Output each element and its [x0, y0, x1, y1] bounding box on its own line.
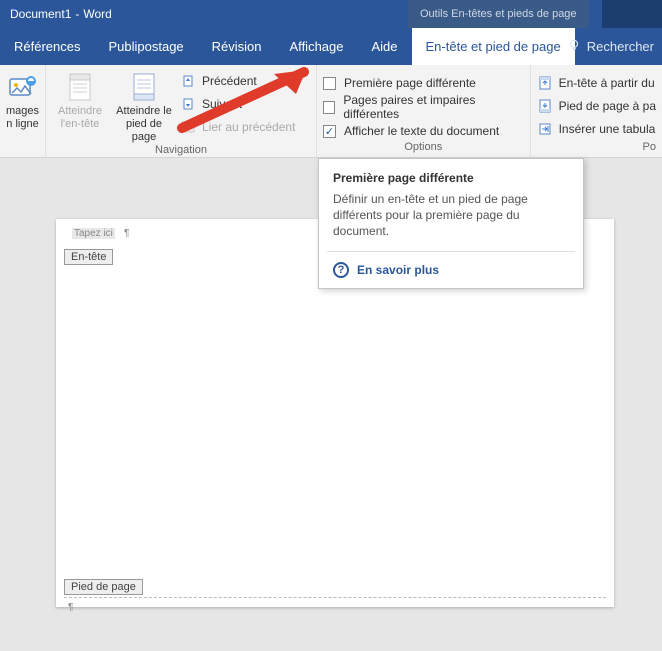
screentip-body: Définir un en-tête et un pied de page di…: [319, 191, 583, 251]
app-name: Word: [83, 7, 111, 21]
screentip: Première page différente Définir un en-t…: [318, 158, 584, 289]
show-doc-text-label: Afficher le texte du document: [344, 124, 499, 138]
header-from-top-button[interactable]: En-tête à partir du: [537, 73, 656, 93]
group-insert-partial: mages n ligne: [0, 65, 46, 157]
header-from-top-label: En-tête à partir du: [559, 76, 655, 90]
ribbon-tab-bar: Références Publipostage Révision Afficha…: [0, 28, 662, 65]
next-label: Suivant: [202, 97, 242, 111]
insert-tab-icon: [537, 121, 553, 137]
insert-tab-label: Insérer une tabula: [559, 122, 656, 136]
online-images-button[interactable]: mages n ligne: [6, 69, 39, 131]
header-tag: En-tête: [64, 249, 113, 265]
ribbon: mages n ligne Atteindre l'en-tête Attein…: [0, 65, 662, 158]
learn-more-link[interactable]: ? En savoir plus: [319, 252, 583, 288]
search-label: Rechercher: [587, 39, 654, 54]
group-options: Première page différente Pages paires et…: [317, 65, 531, 157]
lightbulb-icon: [567, 38, 581, 55]
group-label-navigation: Navigation: [52, 144, 310, 158]
link-to-previous-button[interactable]: Lier au précédent: [180, 117, 310, 137]
different-odd-even-checkbox[interactable]: Pages paires et impaires différentes: [323, 97, 524, 117]
goto-footer-icon: [128, 71, 160, 103]
goto-header-icon: [64, 71, 96, 103]
link-previous-icon: [180, 119, 196, 135]
footer-tag: Pied de page: [64, 579, 143, 595]
help-icon: ?: [333, 262, 349, 278]
group-label-options: Options: [323, 141, 524, 155]
footer-from-bottom-button[interactable]: Pied de page à pa: [537, 96, 656, 116]
online-images-label: mages n ligne: [6, 105, 39, 131]
goto-footer-label: Atteindre le pied de page: [116, 105, 172, 144]
footer-position-icon: [537, 98, 553, 114]
insert-alignment-tab-button[interactable]: Insérer une tabula: [537, 119, 656, 139]
account-button[interactable]: [602, 0, 662, 28]
checkbox-icon: [323, 101, 335, 114]
pilcrow-icon: ¶: [68, 602, 73, 613]
different-odd-even-label: Pages paires et impaires différentes: [343, 93, 523, 121]
tab-view[interactable]: Affichage: [276, 28, 358, 65]
goto-footer-button[interactable]: Atteindre le pied de page: [116, 69, 172, 144]
doc-name: Document1: [10, 7, 71, 21]
group-label-insert: [6, 153, 39, 155]
tab-header-footer[interactable]: En-tête et pied de page: [412, 28, 575, 65]
group-label-position: Po: [537, 141, 656, 155]
footer-boundary-line: [64, 597, 606, 598]
pilcrow-icon: ¶: [124, 228, 129, 239]
header-position-icon: [537, 75, 553, 91]
checkbox-icon: [323, 77, 336, 90]
title-sep: -: [75, 7, 79, 21]
group-navigation: Atteindre l'en-tête Atteindre le pied de…: [46, 65, 317, 157]
previous-label: Précédent: [202, 74, 257, 88]
screentip-title: Première page différente: [319, 159, 583, 191]
online-images-icon: [7, 71, 39, 103]
different-first-page-checkbox[interactable]: Première page différente: [323, 73, 524, 93]
goto-header-label: Atteindre l'en-tête: [52, 105, 108, 131]
previous-section-button[interactable]: Précédent: [180, 71, 310, 91]
arrow-down-icon: [180, 96, 196, 112]
document-title: Document1 - Word: [0, 7, 112, 21]
learn-more-label: En savoir plus: [357, 263, 439, 277]
next-section-button[interactable]: Suivant: [180, 94, 310, 114]
link-previous-label: Lier au précédent: [202, 120, 295, 134]
footer-from-bottom-label: Pied de page à pa: [559, 99, 656, 113]
goto-header-button[interactable]: Atteindre l'en-tête: [52, 69, 108, 144]
arrow-up-icon: [180, 73, 196, 89]
tab-references[interactable]: Références: [0, 28, 94, 65]
header-placeholder: Tapez ici: [72, 228, 115, 239]
checkbox-checked-icon: ✓: [323, 125, 336, 138]
tab-mailings[interactable]: Publipostage: [94, 28, 197, 65]
title-bar: Document1 - Word Outils En-têtes et pied…: [0, 0, 662, 28]
different-first-page-label: Première page différente: [344, 76, 476, 90]
tab-review[interactable]: Révision: [198, 28, 276, 65]
tell-me-search[interactable]: Rechercher: [567, 28, 654, 65]
contextual-tab-label: Outils En-têtes et pieds de page: [408, 0, 589, 28]
group-position: En-tête à partir du Pied de page à pa In…: [531, 65, 662, 157]
tab-help[interactable]: Aide: [357, 28, 411, 65]
show-doc-text-checkbox[interactable]: ✓ Afficher le texte du document: [323, 121, 524, 141]
